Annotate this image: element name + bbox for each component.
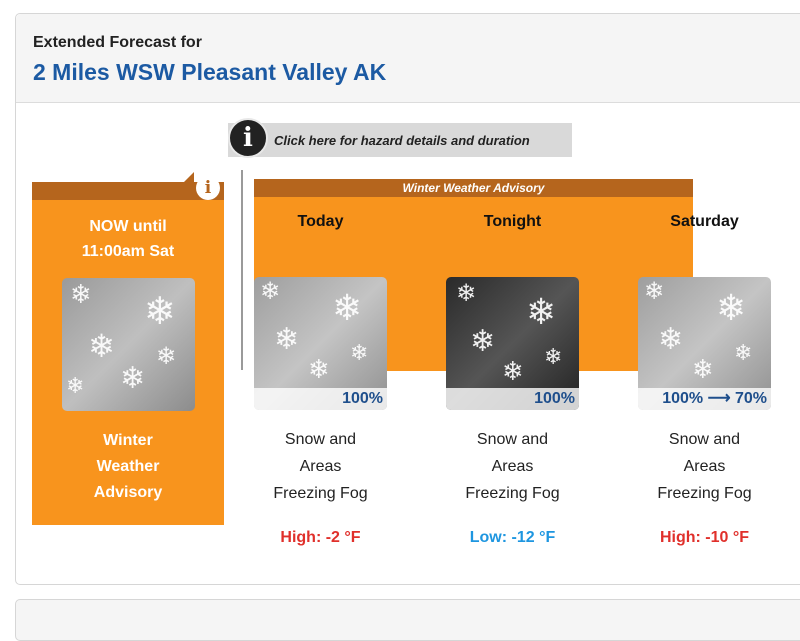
location-title: 2 Miles WSW Pleasant Valley AK (33, 59, 387, 85)
now-label-line1: Winter (103, 432, 153, 449)
temp-today: High: -2 °F (280, 529, 361, 546)
temp-saturday: High: -10 °F (659, 529, 750, 546)
now-hazard-label: Winter Weather Advisory (32, 428, 224, 506)
desc-line: Areas (299, 458, 342, 475)
snowflake-icon: ❄ (716, 288, 747, 329)
now-title: NOW until 11:00am Sat (32, 214, 224, 264)
desc-line: Freezing Fog (465, 485, 560, 502)
now-hazard-box[interactable]: i NOW until 11:00am Sat ❄ ❄ ❄ ❄ ❄ ❄ Wint… (32, 176, 224, 525)
now-snow-image[interactable]: ❄ ❄ ❄ ❄ ❄ ❄ (62, 278, 195, 411)
desc-line: Snow and (284, 431, 357, 448)
period-saturday: Saturday (670, 213, 739, 230)
info-icon[interactable]: i (228, 118, 268, 158)
snowflake-icon: ❄ (544, 345, 563, 370)
hazard-connector-line (241, 170, 243, 370)
hazard-link-text[interactable]: Click here for hazard details and durati… (274, 133, 530, 148)
snowflake-icon: ❄ (502, 357, 524, 387)
snowflake-icon: ❄ (734, 341, 753, 366)
desc-line: Areas (491, 458, 534, 475)
snowflake-icon: ❄ (692, 355, 714, 385)
snowflake-icon: ❄ (526, 292, 557, 333)
snowflake-icon: ❄ (144, 289, 176, 333)
advisory-banner[interactable]: Winter Weather Advisory (254, 179, 693, 197)
desc-line: Snow and (476, 431, 549, 448)
desc-line: Freezing Fog (657, 485, 752, 502)
now-tab: i (32, 176, 224, 200)
forecast-image-saturday[interactable]: ❄ ❄ ❄ ❄ ❄ 100% ⟶ 70% (638, 277, 771, 410)
desc-line: Areas (683, 458, 726, 475)
snowflake-icon: ❄ (66, 374, 85, 399)
precip-probability: 100% (254, 388, 387, 410)
desc-line: Snow and (668, 431, 741, 448)
snowflake-icon: ❄ (120, 361, 146, 396)
snowflake-icon: ❄ (332, 288, 363, 329)
snowflake-icon: ❄ (260, 277, 281, 305)
snowflake-icon: ❄ (350, 341, 369, 366)
info-icon[interactable]: i (196, 176, 220, 200)
forecast-image-tonight[interactable]: ❄ ❄ ❄ ❄ ❄ 100% (446, 277, 579, 410)
forecast-description-saturday: Snow and Areas Freezing Fog (627, 426, 782, 507)
next-panel (15, 599, 800, 641)
temp-tonight: Low: -12 °F (469, 529, 556, 546)
forecast-image-today[interactable]: ❄ ❄ ❄ ❄ ❄ 100% (254, 277, 387, 410)
precip-probability: 100% (446, 388, 579, 410)
header-label: Extended Forecast for (33, 34, 202, 51)
snowflake-icon: ❄ (70, 280, 92, 310)
period-tonight: Tonight (483, 213, 542, 230)
now-label-line2: Weather (96, 458, 160, 475)
snowflake-icon: ❄ (156, 342, 177, 370)
panel-header: Extended Forecast for 2 Miles WSW Pleasa… (16, 14, 800, 103)
forecast-description-today: Snow and Areas Freezing Fog (243, 426, 398, 507)
now-label-line3: Advisory (93, 484, 163, 501)
snowflake-icon: ❄ (470, 324, 496, 359)
desc-line: Freezing Fog (273, 485, 368, 502)
now-tab-notch (184, 172, 194, 182)
snowflake-icon: ❄ (308, 355, 330, 385)
snowflake-icon: ❄ (658, 322, 684, 357)
snowflake-icon: ❄ (644, 277, 665, 305)
now-title-line1: NOW until (89, 218, 167, 235)
snowflake-icon: ❄ (274, 322, 300, 357)
period-today: Today (297, 213, 344, 230)
snowflake-icon: ❄ (456, 279, 477, 307)
snowflake-icon: ❄ (88, 327, 115, 365)
forecast-description-tonight: Snow and Areas Freezing Fog (435, 426, 590, 507)
precip-probability: 100% ⟶ 70% (638, 388, 771, 410)
hazard-details-link[interactable]: i Click here for hazard details and dura… (228, 118, 572, 158)
now-title-line2: 11:00am Sat (81, 243, 175, 260)
